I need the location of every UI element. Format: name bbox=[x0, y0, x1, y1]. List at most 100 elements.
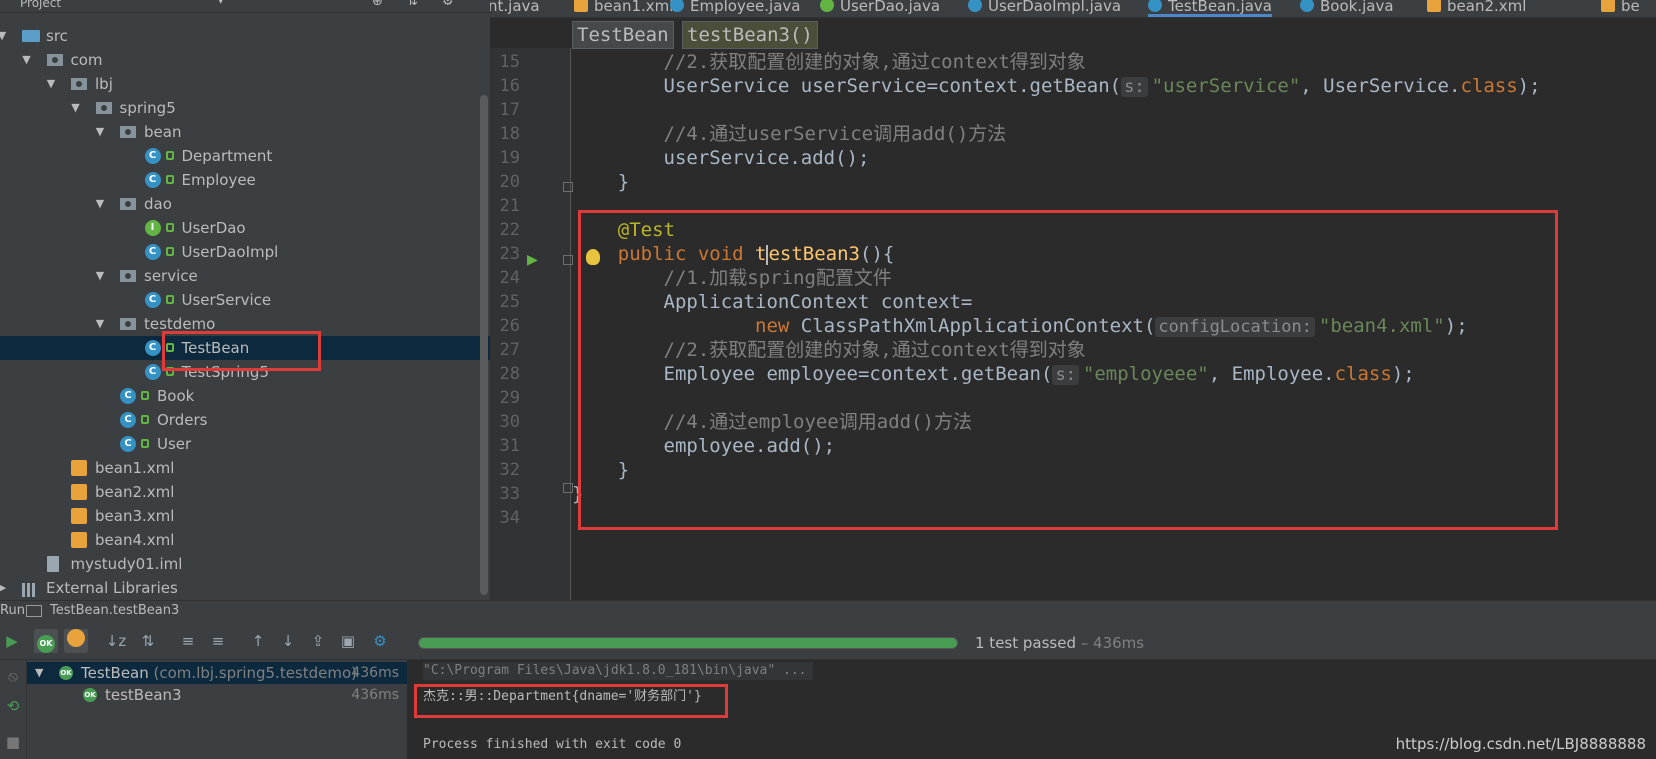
breadcrumb-class[interactable]: TestBean bbox=[572, 21, 674, 49]
chevron-down-icon[interactable]: ▼ bbox=[94, 120, 106, 144]
test-result-row[interactable]: ▼ OK TestBean (com.lbj.spring5.testdemo) 43… bbox=[27, 662, 407, 684]
xml-file-icon bbox=[71, 532, 87, 548]
previous-failed-icon[interactable]: ↑ bbox=[246, 629, 270, 653]
chevron-down-icon[interactable]: ▼ bbox=[45, 72, 57, 96]
tree-item[interactable]: C UserDaoImpl bbox=[0, 240, 490, 264]
tree-item[interactable]: ▼ lbj bbox=[0, 72, 490, 96]
test-result-row[interactable]: OK testBean3 436ms bbox=[27, 684, 407, 706]
show-passed-icon[interactable]: OK bbox=[34, 629, 58, 653]
run-side-toolbar: ⦸ ⟲ ■ bbox=[0, 660, 27, 759]
tree-item[interactable]: mystudy01.iml bbox=[0, 552, 490, 576]
ide-window: Project ▾ ⊕ ⇅ ⚙ ▼ src ▼ com ▼ lbj ▼ spring5 ▼ bea… bbox=[0, 0, 1656, 759]
tree-item[interactable]: C Book bbox=[0, 384, 490, 408]
line-number: 26 bbox=[499, 316, 520, 336]
line-number: 33 bbox=[499, 484, 520, 504]
tree-item[interactable]: bean2.xml bbox=[0, 480, 490, 504]
expand-all-icon[interactable]: ≡ bbox=[176, 629, 200, 653]
tree-item[interactable]: C UserService bbox=[0, 288, 490, 312]
sort-duration-icon[interactable]: ⇅ bbox=[136, 629, 160, 653]
chevron-right-icon[interactable]: ▶ bbox=[0, 576, 8, 600]
project-scrollbar[interactable] bbox=[480, 95, 488, 595]
fold-marker-icon[interactable] bbox=[563, 255, 573, 265]
editor-tab[interactable]: bean1.xml bbox=[574, 0, 673, 17]
tree-item[interactable]: ▼ service bbox=[0, 264, 490, 288]
tree-item[interactable]: C Employee bbox=[0, 168, 490, 192]
editor-tab[interactable]: UserDao.java bbox=[820, 0, 940, 17]
tree-item-label: UserService bbox=[181, 291, 272, 309]
tree-item[interactable]: C Orders bbox=[0, 408, 490, 432]
editor-tab[interactable]: TestBean.java bbox=[1148, 0, 1272, 17]
collapse-all-icon[interactable]: ≡ bbox=[206, 629, 230, 653]
run-panel-title[interactable]: Run bbox=[0, 601, 25, 621]
editor-tab-label: Book.java bbox=[1320, 0, 1394, 15]
show-ignored-icon[interactable] bbox=[64, 629, 88, 653]
run-config-name[interactable]: TestBean.testBean3 bbox=[50, 601, 179, 621]
chevron-down-icon[interactable]: ▼ bbox=[35, 662, 43, 684]
sort-alpha-icon[interactable]: ↓z bbox=[104, 629, 128, 653]
rerun-icon[interactable]: ▶ bbox=[0, 629, 24, 653]
run-test-gutter-icon[interactable]: ▶ bbox=[527, 252, 545, 270]
chevron-down-icon[interactable]: ▼ bbox=[70, 96, 82, 120]
chevron-down-icon[interactable]: ▾ bbox=[218, 0, 224, 7]
code-line[interactable]: //4.通过userService调用add()方法 bbox=[572, 122, 1007, 146]
tree-item[interactable]: bean3.xml bbox=[0, 504, 490, 528]
chevron-down-icon[interactable]: ▼ bbox=[94, 264, 106, 288]
test-duration: – 436ms bbox=[1075, 634, 1145, 652]
tree-item[interactable]: C Department bbox=[0, 144, 490, 168]
code-line[interactable]: userService.add(); bbox=[572, 146, 870, 170]
test-passed-icon: OK bbox=[83, 688, 97, 702]
test-duration: 436ms bbox=[351, 665, 399, 681]
rerun-failed-icon[interactable]: ⟲ bbox=[1, 694, 25, 718]
breadcrumb-method[interactable]: testBean3() bbox=[682, 21, 818, 49]
code-line[interactable]: } bbox=[572, 170, 629, 194]
class-icon: C bbox=[144, 244, 161, 260]
test-detail: (com.lbj.spring5.testdemo) bbox=[148, 664, 358, 682]
tree-item[interactable]: ▼ spring5 bbox=[0, 96, 490, 120]
code-token: "userService" bbox=[1151, 75, 1301, 97]
tree-item[interactable]: I UserDao bbox=[0, 216, 490, 240]
fold-marker-icon[interactable] bbox=[563, 182, 573, 192]
tree-item[interactable]: ▼ src bbox=[0, 24, 490, 48]
export-icon[interactable]: ⇪ bbox=[306, 629, 330, 653]
editor-tab[interactable]: be bbox=[1601, 0, 1640, 17]
settings-gear-icon[interactable]: ⚙ bbox=[368, 629, 392, 653]
line-number: 18 bbox=[499, 124, 520, 144]
tree-item-label: bean1.xml bbox=[95, 459, 175, 477]
code-line[interactable]: UserService userService=context.getBean(… bbox=[572, 74, 1541, 98]
tree-item[interactable]: bean4.xml bbox=[0, 528, 490, 552]
tree-item[interactable]: bean1.xml bbox=[0, 456, 490, 480]
tree-item[interactable]: C User bbox=[0, 432, 490, 456]
stop-icon[interactable]: ⦸ bbox=[1, 664, 25, 688]
chevron-down-icon[interactable]: ▼ bbox=[94, 192, 106, 216]
editor-tab[interactable]: UserDaoImpl.java bbox=[968, 0, 1121, 17]
chevron-down-icon[interactable]: ▼ bbox=[21, 48, 33, 72]
project-panel-title[interactable]: Project bbox=[20, 0, 61, 10]
code-token: userService.add(); bbox=[572, 147, 870, 169]
tree-item-label: UserDaoImpl bbox=[181, 243, 279, 261]
public-access-icon bbox=[165, 247, 174, 256]
next-failed-icon[interactable]: ↓ bbox=[276, 629, 300, 653]
editor-tab[interactable]: nt.java bbox=[490, 0, 540, 17]
editor-tab[interactable]: Book.java bbox=[1300, 0, 1394, 17]
chevron-down-icon[interactable]: ▼ bbox=[94, 312, 106, 336]
editor-tab[interactable]: Employee.java bbox=[670, 0, 801, 17]
tree-item-label: service bbox=[144, 267, 198, 285]
panel-settings-icons[interactable]: ⊕ ⇅ ⚙ bbox=[372, 0, 464, 9]
class-icon: C bbox=[144, 364, 161, 380]
history-icon[interactable]: ▣ bbox=[336, 629, 360, 653]
chevron-down-icon[interactable]: ▼ bbox=[0, 24, 8, 48]
fold-marker-icon[interactable] bbox=[563, 483, 573, 493]
tree-item[interactable]: ▶ External Libraries bbox=[0, 576, 490, 600]
tree-item[interactable]: ▼ dao bbox=[0, 192, 490, 216]
tree-item[interactable]: ▼ com bbox=[0, 48, 490, 72]
interface-icon: I bbox=[144, 220, 161, 236]
close-panel-icon[interactable]: ■ bbox=[1, 730, 25, 754]
tree-item-label: src bbox=[46, 27, 68, 45]
code-line[interactable]: //2.获取配置创建的对象,通过context得到对象 bbox=[572, 50, 1086, 74]
editor-tab-label: Employee.java bbox=[690, 0, 801, 15]
public-access-icon bbox=[165, 223, 174, 232]
public-access-icon bbox=[165, 175, 174, 184]
editor-tab-label: nt.java bbox=[490, 0, 540, 15]
tree-item[interactable]: ▼ bean bbox=[0, 120, 490, 144]
editor-tab[interactable]: bean2.xml bbox=[1427, 0, 1526, 17]
